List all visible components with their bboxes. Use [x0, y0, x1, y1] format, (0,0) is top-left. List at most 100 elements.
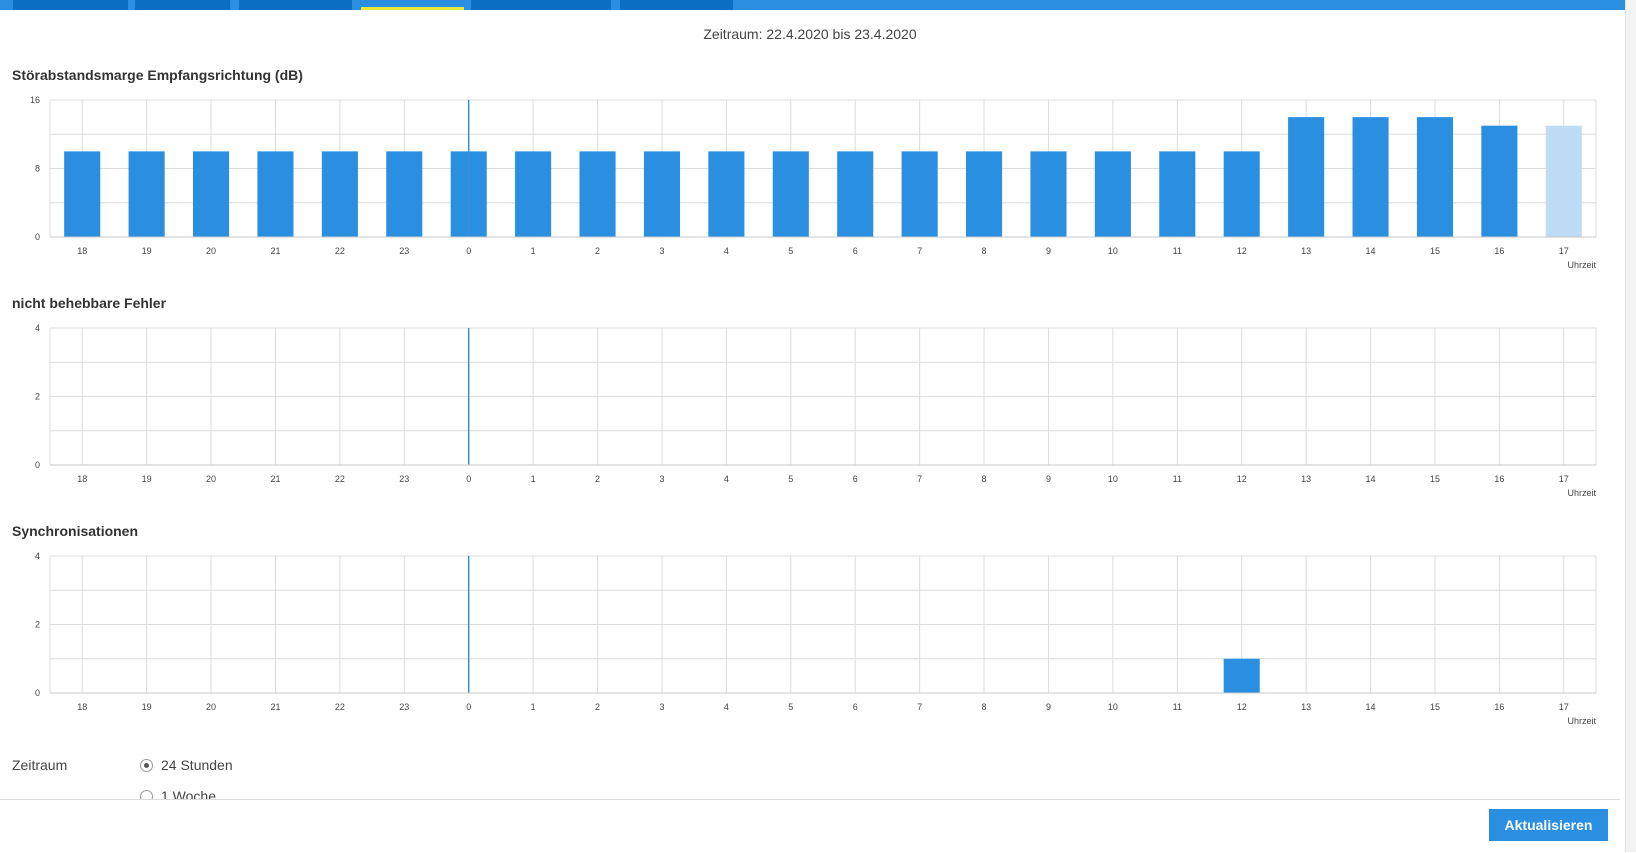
x-tick-label: 16	[1494, 474, 1504, 484]
y-tick-label: 16	[30, 95, 40, 105]
x-tick-label: 23	[399, 702, 409, 712]
refresh-button[interactable]: Aktualisieren	[1489, 809, 1608, 841]
x-tick-label: 0	[466, 474, 471, 484]
x-tick-label: 19	[142, 474, 152, 484]
x-tick-label: 8	[982, 474, 987, 484]
bar-23	[386, 151, 423, 237]
x-tick-label: 14	[1366, 702, 1376, 712]
x-tick-label: 11	[1173, 246, 1182, 256]
x-tick-label: 8	[982, 702, 987, 712]
tab-6[interactable]	[620, 0, 733, 10]
x-tick-label: 2	[595, 702, 600, 712]
bar-13	[1288, 117, 1325, 237]
x-tick-label: 10	[1108, 474, 1118, 484]
x-tick-label: 18	[77, 474, 87, 484]
bar-4	[708, 151, 745, 237]
tab-1[interactable]	[13, 0, 128, 10]
x-tick-label: 23	[399, 474, 409, 484]
vertical-scrollbar[interactable]	[1625, 0, 1636, 852]
radio-label-24h: 24 Stunden	[161, 757, 233, 773]
bar-19	[128, 151, 165, 237]
bar-17	[1545, 125, 1582, 237]
x-tick-label: 8	[982, 246, 987, 256]
period-text: Zeitraum: 22.4.2020 bis 23.4.2020	[703, 26, 917, 42]
x-tick-label: 11	[1173, 702, 1182, 712]
bar-22	[321, 151, 358, 237]
x-tick-label: 13	[1301, 474, 1311, 484]
period-form-label: Zeitraum	[12, 757, 68, 773]
x-tick-label: 7	[917, 702, 922, 712]
tab-2[interactable]	[135, 0, 230, 10]
bar-7	[901, 151, 938, 237]
x-tick-label: 20	[206, 246, 216, 256]
x-tick-label: 17	[1559, 702, 1569, 712]
tab-active[interactable]	[361, 0, 464, 10]
x-tick-label: 7	[917, 474, 922, 484]
bar-15	[1416, 117, 1453, 237]
x-tick-label: 3	[659, 474, 664, 484]
x-tick-label: 17	[1559, 246, 1569, 256]
x-tick-label: 15	[1430, 246, 1440, 256]
bar-20	[193, 151, 230, 237]
chart-title-errors: nicht behebbare Fehler	[12, 295, 167, 311]
x-tick-label: 20	[206, 702, 216, 712]
x-tick-label: 12	[1237, 474, 1247, 484]
y-tick-label: 2	[35, 392, 40, 402]
x-tick-label: 6	[853, 702, 858, 712]
x-tick-label: 23	[399, 246, 409, 256]
x-tick-label: 21	[270, 246, 280, 256]
y-tick-label: 0	[35, 688, 40, 698]
bar-2	[579, 151, 616, 237]
bar-8	[966, 151, 1003, 237]
bar-11	[1159, 151, 1196, 237]
x-tick-label: 2	[595, 474, 600, 484]
x-tick-label: 15	[1430, 474, 1440, 484]
x-tick-label: 21	[270, 474, 280, 484]
bar-5	[772, 151, 809, 237]
tab-5[interactable]	[471, 0, 611, 10]
tab-bar	[0, 0, 1636, 10]
x-tick-label: 10	[1108, 702, 1118, 712]
x-tick-label: 17	[1559, 474, 1569, 484]
x-tick-label: 1	[531, 702, 536, 712]
x-tick-label: 22	[335, 474, 345, 484]
bar-14	[1352, 117, 1389, 237]
radio-24h[interactable]: 24 Stunden	[140, 757, 233, 773]
x-tick-label: 11	[1173, 474, 1182, 484]
radio-button-24h[interactable]	[140, 758, 153, 772]
x-tick-label: 1	[531, 246, 536, 256]
bar-12	[1223, 151, 1260, 237]
x-tick-label: 21	[270, 702, 280, 712]
chart-title-sync: Synchronisationen	[12, 523, 139, 539]
x-tick-label: 9	[1046, 246, 1051, 256]
bar-12	[1223, 658, 1260, 693]
x-tick-label: 0	[466, 702, 471, 712]
y-tick-label: 4	[35, 551, 40, 561]
x-tick-label: 20	[206, 474, 216, 484]
bar-10	[1094, 151, 1131, 237]
bar-6	[837, 151, 874, 237]
x-tick-label: 9	[1046, 702, 1051, 712]
bar-1	[515, 151, 552, 237]
x-tick-label: 13	[1301, 702, 1311, 712]
x-tick-label: 13	[1301, 246, 1311, 256]
x-tick-label: 7	[917, 246, 922, 256]
chart-title-snr: Störabstandsmarge Empfangsrichtung (dB)	[12, 67, 303, 83]
x-tick-label: 16	[1494, 246, 1504, 256]
bar-16	[1481, 125, 1518, 237]
x-tick-label: 6	[853, 246, 858, 256]
x-tick-label: 5	[788, 474, 793, 484]
tab-3[interactable]	[239, 0, 352, 10]
x-tick-label: 10	[1108, 246, 1118, 256]
chart-uncorrectable-errors: 02418 19 20 21 22 23 0 1 2 3 4 5 6 7 8 9 10 11 12 13 14 15 16 1…	[35, 323, 1597, 498]
x-tick-label: 3	[659, 246, 664, 256]
x-tick-label: 9	[1046, 474, 1051, 484]
x-tick-label: 19	[142, 246, 152, 256]
x-tick-label: 12	[1237, 702, 1247, 712]
x-tick-label: 4	[724, 246, 729, 256]
footer-bar	[0, 799, 1620, 853]
y-tick-label: 4	[35, 323, 40, 333]
y-tick-label: 2	[35, 620, 40, 630]
x-tick-label: 6	[853, 474, 858, 484]
y-tick-label: 0	[35, 460, 40, 470]
